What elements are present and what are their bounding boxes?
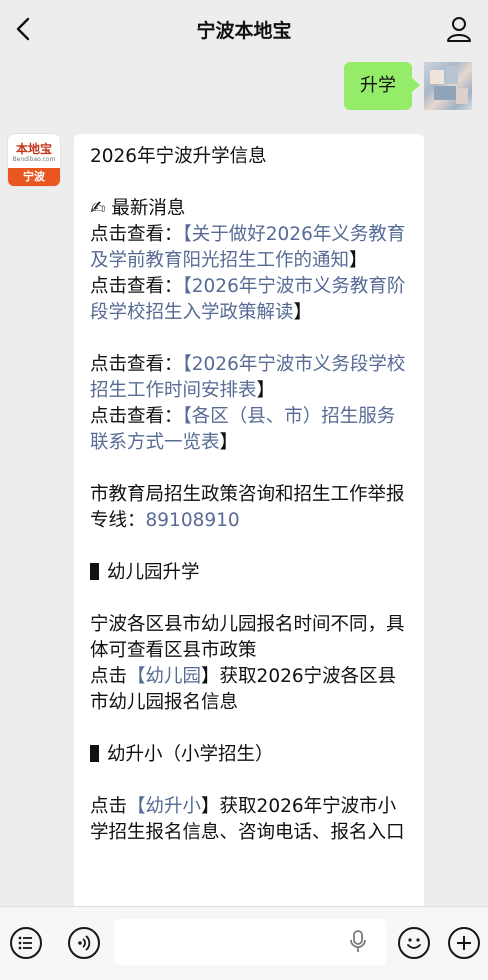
kindergarten-text: 宁波各区县市幼儿园报名时间不同，具体可查看区县市政策 xyxy=(90,614,405,661)
back-icon[interactable] xyxy=(10,14,38,44)
link-bracket-end: 】 xyxy=(201,796,220,817)
message-heading: 2026年宁波升学信息 xyxy=(90,146,267,167)
click-label: 点击 xyxy=(90,796,128,817)
voice-icon[interactable] xyxy=(68,927,100,959)
message-input[interactable] xyxy=(114,919,386,965)
click-view-label: 点击查看： xyxy=(90,406,183,427)
user-message: 升学 xyxy=(344,62,420,110)
notice-line-2: 点击查看：【2026年宁波市义务教育阶段学校招生入学政策解读】 xyxy=(90,274,408,326)
link-bracket-end: 】 xyxy=(256,380,276,401)
notice-line-3: 点击查看：【2026年宁波市义务段学校招生工作时间安排表】 xyxy=(90,352,408,404)
add-icon[interactable] xyxy=(448,927,480,959)
click-view-label: 点击查看： xyxy=(90,276,183,297)
latest-news-line: ✍ 最新消息 xyxy=(90,196,408,222)
click-view-label: 点击查看： xyxy=(90,224,183,245)
hotline-text: 市教育局招生政策咨询和招生工作举报专线： xyxy=(90,484,405,531)
bot-logo-text: 本地宝 xyxy=(15,142,52,156)
notice-line-4: 点击查看：【各区（县、市）招生服务联系方式一览表】 xyxy=(90,404,408,456)
microphone-icon[interactable] xyxy=(350,930,366,954)
section-kindergarten-title: 幼儿园升学 xyxy=(90,560,408,586)
top-bar: 宁波本地宝 xyxy=(0,0,488,58)
bot-message-bubble: 2026年宁波升学信息 ✍ 最新消息 点击查看：【关于做好2026年义务教育及学… xyxy=(74,134,424,924)
section-marker xyxy=(90,745,99,762)
writing-hand-icon: ✍ xyxy=(90,198,106,219)
section-marker xyxy=(90,563,99,580)
link-bracket-end: 】 xyxy=(349,250,368,271)
notice-line-1: 点击查看：【关于做好2026年义务教育及学前教育阳光招生工作的通知】 xyxy=(90,222,408,274)
primary-link-line: 点击【幼升小】获取2026年宁波市小学招生报名信息、咨询电话、报名入口 xyxy=(90,794,408,846)
section-title-text: 幼升小（小学招生） xyxy=(107,744,274,765)
bot-avatar[interactable]: 本地宝 Bendibao.com 宁波 xyxy=(8,134,60,186)
bot-logo-url: Bendibao.com xyxy=(12,156,56,163)
kindergarten-link-line: 点击【幼儿园】获取2026宁波各区县市幼儿园报名信息 xyxy=(90,664,408,716)
user-avatar[interactable] xyxy=(424,62,472,110)
section-title-text: 幼儿园升学 xyxy=(107,562,200,583)
click-view-label: 点击查看： xyxy=(90,354,183,375)
chat-title: 宁波本地宝 xyxy=(196,19,292,42)
emoji-icon[interactable] xyxy=(398,927,430,959)
click-label: 点击 xyxy=(90,666,128,687)
bottom-bar xyxy=(0,906,488,980)
link-primary-school[interactable]: 【幼升小 xyxy=(127,796,201,817)
link-kindergarten[interactable]: 【幼儿园 xyxy=(127,666,201,687)
profile-icon[interactable] xyxy=(444,14,474,44)
hotline-number[interactable]: 89108910 xyxy=(146,510,240,531)
link-bracket-end: 】 xyxy=(293,302,313,323)
hotline-line: 市教育局招生政策咨询和招生工作举报专线：89108910 xyxy=(90,482,408,534)
link-bracket-end: 】 xyxy=(201,666,220,687)
bot-logo-city: 宁波 xyxy=(8,168,60,186)
link-bracket-end: 】 xyxy=(219,432,239,453)
latest-news-label: 最新消息 xyxy=(111,198,186,219)
menu-icon[interactable] xyxy=(10,927,42,959)
section-primary-title: 幼升小（小学招生） xyxy=(90,742,408,768)
user-message-bubble[interactable]: 升学 xyxy=(344,62,420,110)
